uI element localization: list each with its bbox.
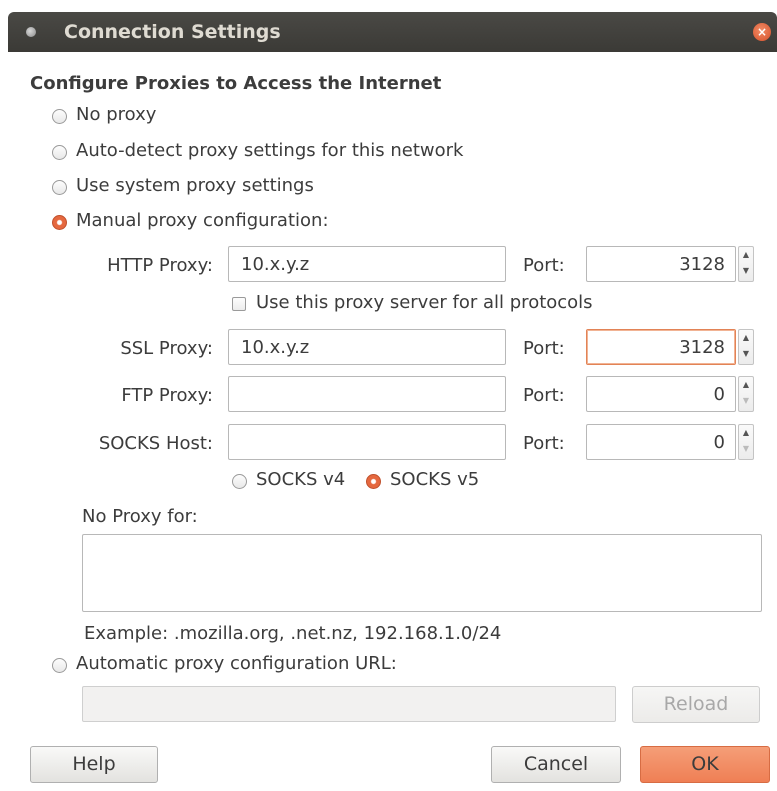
ftp-port-input[interactable]: 0 (586, 376, 736, 412)
ftp-port-stepper[interactable]: ▲ ▼ (738, 376, 754, 412)
socks-v5-radio[interactable] (366, 474, 381, 489)
socks-host-label: SOCKS Host: (98, 433, 213, 454)
window-titlebar: Connection Settings × (8, 12, 777, 52)
ssl-proxy-input[interactable]: 10.x.y.z (228, 329, 506, 365)
ftp-port-label: Port: (523, 385, 565, 406)
use-all-protocols-checkbox[interactable] (232, 297, 246, 311)
http-port-stepper[interactable]: ▲ ▼ (738, 246, 754, 282)
spin-down-icon[interactable]: ▼ (739, 263, 753, 279)
spin-up-icon[interactable]: ▲ (739, 377, 753, 393)
spin-down-icon[interactable]: ▼ (739, 346, 753, 362)
spin-up-icon[interactable]: ▲ (739, 425, 753, 441)
cancel-button[interactable]: Cancel (491, 746, 621, 783)
help-button[interactable]: Help (30, 746, 158, 783)
ftp-proxy-input[interactable] (228, 376, 506, 412)
socks-host-input[interactable] (228, 424, 506, 460)
auto-detect-label[interactable]: Auto-detect proxy settings for this netw… (76, 140, 463, 161)
http-proxy-input[interactable]: 10.x.y.z (228, 246, 506, 282)
ftp-proxy-label: FTP Proxy: (121, 385, 213, 406)
spin-down-icon[interactable]: ▼ (739, 393, 753, 409)
ssl-port-label: Port: (523, 338, 565, 359)
window-title: Connection Settings (64, 21, 281, 43)
http-proxy-label: HTTP Proxy: (107, 255, 213, 276)
no-proxy-radio[interactable] (52, 109, 67, 124)
socks-v4-label[interactable]: SOCKS v4 (256, 469, 345, 490)
socks-v4-radio[interactable] (232, 474, 247, 489)
socks-port-input[interactable]: 0 (586, 424, 736, 460)
auto-detect-radio[interactable] (52, 145, 67, 160)
spin-up-icon[interactable]: ▲ (739, 330, 753, 346)
socks-v5-label[interactable]: SOCKS v5 (390, 469, 479, 490)
no-proxy-label[interactable]: No proxy (76, 104, 156, 125)
close-icon[interactable]: × (753, 23, 771, 41)
ssl-port-input[interactable]: 3128 (586, 329, 736, 365)
socks-port-label: Port: (523, 433, 565, 454)
spin-up-icon[interactable]: ▲ (739, 247, 753, 263)
http-port-label: Port: (523, 255, 565, 276)
manual-proxy-radio[interactable] (52, 215, 67, 230)
manual-proxy-label[interactable]: Manual proxy configuration: (76, 210, 329, 231)
socks-port-stepper[interactable]: ▲ ▼ (738, 424, 754, 460)
section-title: Configure Proxies to Access the Internet (30, 73, 442, 94)
spin-down-icon[interactable]: ▼ (739, 441, 753, 457)
no-proxy-for-label: No Proxy for: (82, 506, 198, 527)
use-all-protocols-label[interactable]: Use this proxy server for all protocols (256, 292, 593, 313)
ssl-proxy-label: SSL Proxy: (120, 338, 213, 359)
no-proxy-for-textarea[interactable] (82, 534, 762, 612)
connection-settings-dialog: Configure Proxies to Access the Internet… (8, 52, 777, 791)
system-proxy-radio[interactable] (52, 180, 67, 195)
auto-config-url-radio[interactable] (52, 658, 67, 673)
system-proxy-label[interactable]: Use system proxy settings (76, 175, 314, 196)
example-hint: Example: .mozilla.org, .net.nz, 192.168.… (84, 623, 502, 644)
ssl-port-stepper[interactable]: ▲ ▼ (738, 329, 754, 365)
ok-button[interactable]: OK (640, 746, 770, 783)
http-port-input[interactable]: 3128 (586, 246, 736, 282)
window-menu-icon[interactable] (26, 27, 36, 37)
reload-button[interactable]: Reload (632, 686, 760, 723)
auto-config-url-input[interactable] (82, 686, 616, 722)
auto-config-url-label[interactable]: Automatic proxy configuration URL: (76, 653, 397, 674)
